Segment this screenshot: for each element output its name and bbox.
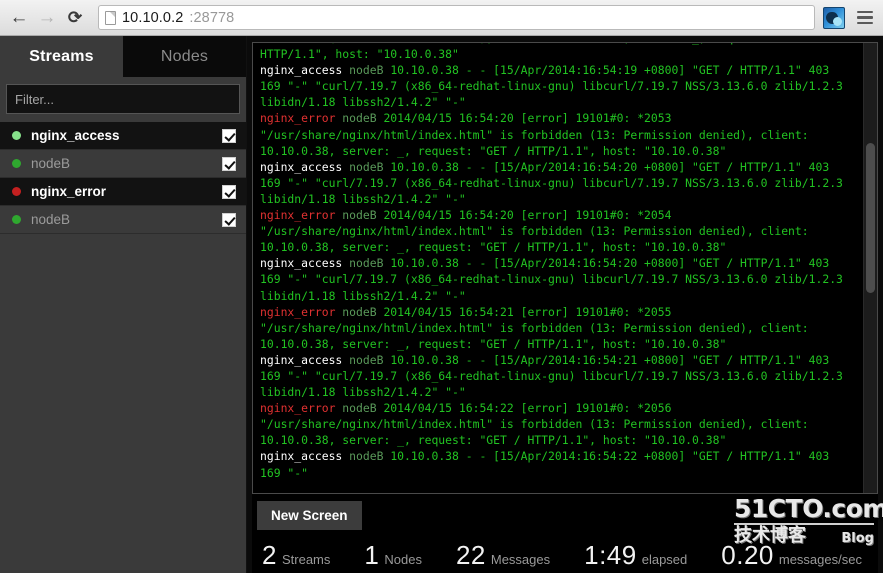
log-line: nginx_error nodeB 2014/04/15 16:54:22 [e… xyxy=(260,400,855,448)
log-node-name: nodeB xyxy=(342,208,377,223)
list-item-label: nginx_error xyxy=(31,184,107,199)
log-node-name: nodeB xyxy=(342,111,377,126)
stream-list: nginx_access nodeB nginx_error nodeB xyxy=(0,122,246,573)
back-icon[interactable]: ← xyxy=(6,5,32,31)
log-node-name: nodeB xyxy=(349,352,384,367)
list-item-checkbox[interactable] xyxy=(222,212,236,227)
log-line: nginx_access nodeB 10.10.0.38 - - [15/Ap… xyxy=(260,159,855,207)
list-item-checkbox[interactable] xyxy=(222,184,236,199)
hamburger-menu-icon[interactable] xyxy=(853,5,877,31)
footer: New Screen 2 Streams 1 Nodes 22 Messages 1:49 e… xyxy=(252,494,883,573)
main-panel: forbidden (13: Permission denied), clien… xyxy=(247,36,883,573)
stat-value: 2 xyxy=(262,540,277,570)
tab-streams[interactable]: Streams xyxy=(0,36,123,77)
list-item[interactable]: nginx_error xyxy=(0,178,246,206)
list-item[interactable]: nginx_access xyxy=(0,122,246,150)
stat-value: 1:49 xyxy=(584,540,637,570)
stat-label: Nodes xyxy=(384,552,422,567)
page-document-icon xyxy=(105,10,116,25)
log-line: nginx_error nodeB 2014/04/15 16:54:20 [e… xyxy=(260,110,855,158)
filter-input[interactable] xyxy=(6,84,240,114)
list-item-checkbox[interactable] xyxy=(222,156,236,171)
extension-icon[interactable] xyxy=(823,6,845,29)
filter-container xyxy=(0,77,246,122)
stat-item: 1:49 elapsed xyxy=(584,540,687,571)
browser-chrome: ← → ⟳ 10.10.0.2 :28778 xyxy=(0,0,883,36)
stat-item: 2 Streams xyxy=(262,540,330,571)
log-line: forbidden (13: Permission denied), clien… xyxy=(260,43,815,62)
log-stream-name: nginx_access xyxy=(260,352,343,367)
log-node-name: nodeB xyxy=(349,256,384,271)
tab-nodes[interactable]: Nodes xyxy=(123,36,246,77)
status-dot-icon xyxy=(12,159,21,168)
log-stream-name: nginx_error xyxy=(260,304,336,319)
log-line: nginx_error nodeB 2014/04/15 16:54:20 [e… xyxy=(260,207,855,255)
list-item[interactable]: nodeB xyxy=(0,150,246,178)
sidebar: Streams Nodes nginx_access nodeB nginx_err… xyxy=(0,36,247,573)
url-port: :28778 xyxy=(189,9,235,26)
log-line: nginx_access nodeB 10.10.0.38 - - [15/Ap… xyxy=(260,352,855,400)
log-node-name: nodeB xyxy=(342,304,377,319)
list-item-label: nodeB xyxy=(31,156,71,171)
stat-value: 0.20 xyxy=(721,540,774,570)
log-node-name: nodeB xyxy=(349,63,384,78)
log-stream-name: nginx_access xyxy=(260,256,343,271)
log-node-name: nodeB xyxy=(349,449,384,464)
log-node-name: nodeB xyxy=(349,159,384,174)
stats-bar: 2 Streams 1 Nodes 22 Messages 1:49 elapsed 0.20 m… xyxy=(252,540,878,571)
status-dot-icon xyxy=(12,215,21,224)
list-item-label: nginx_access xyxy=(31,128,120,143)
log-line: nginx_access nodeB 10.10.0.38 - - [15/Ap… xyxy=(260,62,855,110)
stat-label: messages/sec xyxy=(778,552,862,567)
log-stream-name: nginx_access xyxy=(260,63,343,78)
list-item-label: nodeB xyxy=(31,212,71,227)
watermark-rule xyxy=(734,523,874,525)
log-stream-name: nginx_error xyxy=(260,111,336,126)
stat-item: 1 Nodes xyxy=(364,540,422,571)
log-line: nginx_access nodeB 10.10.0.38 - - [15/Ap… xyxy=(260,448,855,480)
stat-label: Streams xyxy=(281,552,331,567)
stat-item: 0.20 messages/sec xyxy=(721,540,862,571)
status-dot-icon xyxy=(12,131,21,140)
watermark-main-text: 51CTO.com xyxy=(734,494,883,523)
reload-icon[interactable]: ⟳ xyxy=(62,5,88,31)
log-scrollbar-track[interactable] xyxy=(863,43,877,493)
log-stream-name: nginx_access xyxy=(260,159,343,174)
log-stream-name: nginx_access xyxy=(260,449,343,464)
address-bar[interactable]: 10.10.0.2 :28778 xyxy=(98,5,815,30)
status-dot-icon xyxy=(12,187,21,196)
log-panel: forbidden (13: Permission denied), clien… xyxy=(252,42,878,494)
log-line: nginx_access nodeB 10.10.0.38 - - [15/Ap… xyxy=(260,255,855,303)
log-scrollbar-thumb[interactable] xyxy=(866,143,875,293)
forward-icon[interactable]: → xyxy=(34,5,60,31)
stat-value: 1 xyxy=(364,540,380,570)
log-lines: forbidden (13: Permission denied), clien… xyxy=(260,43,855,481)
stat-label: elapsed xyxy=(641,552,688,567)
log-stream-name: nginx_error xyxy=(260,208,336,223)
sidebar-tab-bar: Streams Nodes xyxy=(0,36,246,77)
stat-item: 22 Messages xyxy=(456,540,550,571)
log-line: nginx_error nodeB 2014/04/15 16:54:21 [e… xyxy=(260,304,855,352)
url-host: 10.10.0.2 xyxy=(122,9,184,26)
log-stream-name: nginx_error xyxy=(260,401,336,416)
app-window: Streams Nodes nginx_accessnodeBnginx_err… xyxy=(0,36,883,573)
new-screen-button[interactable]: New Screen xyxy=(257,501,362,530)
stat-value: 22 xyxy=(455,540,486,570)
list-item[interactable]: nodeB xyxy=(0,206,246,234)
list-item-checkbox[interactable] xyxy=(222,128,236,143)
stat-label: Messages xyxy=(490,552,551,567)
log-node-name: nodeB xyxy=(342,401,377,416)
log-message-body: 10.10.0.38 - - [15/Apr/2014:16:54:22 +08… xyxy=(260,449,837,480)
log-scroll-area[interactable]: forbidden (13: Permission denied), clien… xyxy=(253,43,863,493)
